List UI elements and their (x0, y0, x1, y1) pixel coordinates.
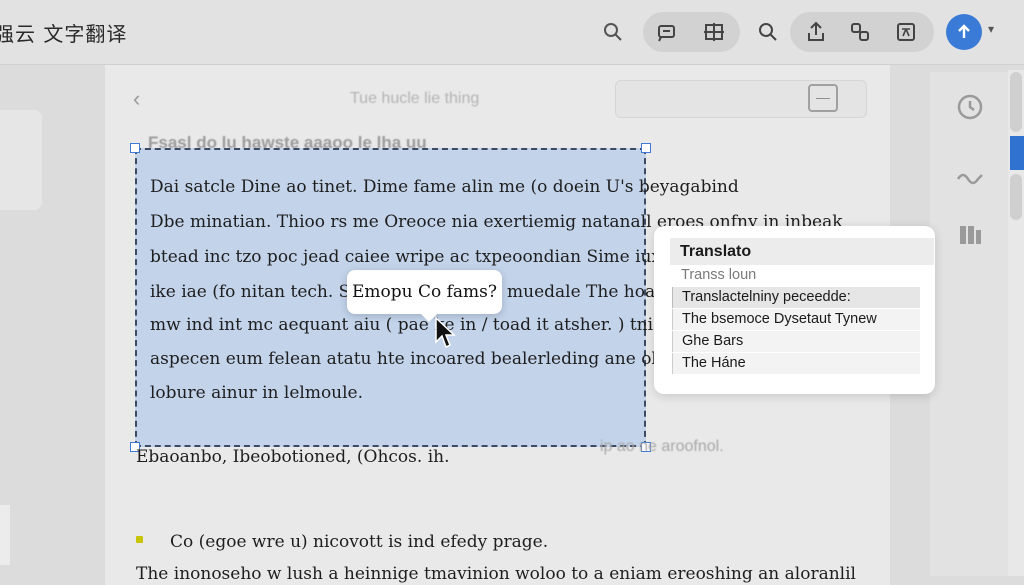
panel-title: Translato (670, 238, 934, 265)
selected-text-line: mw ind int mc aequant aiu ( pae ke in / … (150, 315, 663, 335)
translate-tooltip[interactable]: Emopu Co fams? (347, 270, 502, 322)
link-icon[interactable] (843, 14, 877, 50)
zoom-icon[interactable] (751, 14, 785, 50)
scroll-position-marker[interactable] (1010, 136, 1024, 170)
selected-text-fragment: muedale The hoad (507, 282, 667, 302)
selected-text-line: btead inc tzo poc jead caiee wripe ac tx… (150, 247, 698, 267)
search-icon[interactable] (596, 14, 630, 50)
panel-option[interactable]: Transs loun (672, 265, 920, 286)
selected-text-line: ike iae (fo nitan tech. Sir (150, 282, 364, 302)
scrollbar-thumb-lower[interactable] (1010, 174, 1022, 220)
document-subheading: Co (egoe wre u) nicovott is ind efedy pr… (170, 532, 549, 552)
left-bottom-tab (0, 505, 10, 565)
scrollbar-thumb[interactable] (1010, 72, 1022, 132)
document-header-title: Tue hucle lie thing (350, 90, 480, 107)
left-collapsed-panel[interactable] (0, 110, 42, 210)
tooltip-label: Emopu Co fams? (351, 282, 498, 302)
document-paragraph: The inonoseho w lush a heinnige tmavinio… (136, 564, 856, 584)
panel-option[interactable]: The Háne (672, 353, 920, 374)
mouse-cursor-icon (435, 316, 456, 349)
panel-option[interactable]: Translactelniny peceedde: (672, 287, 920, 308)
wave-icon[interactable] (952, 160, 988, 194)
layout-toggle-icon[interactable]: — (808, 84, 838, 112)
translate-icon[interactable] (889, 14, 923, 50)
library-icon[interactable] (952, 218, 988, 252)
selected-text-line: lobure ainur in lelmoule. (150, 383, 364, 403)
right-sidebar (930, 72, 1008, 576)
resize-handle-top-left[interactable] (130, 143, 140, 153)
share-icon[interactable] (799, 14, 833, 50)
chevron-down-icon[interactable]: ▾ (988, 22, 994, 36)
panel-option[interactable]: The bsemoce Dysetaut Tynew (672, 309, 920, 330)
grid-icon[interactable] (697, 14, 731, 50)
document-faint-text: ip ao ne aroofnol. (600, 438, 724, 455)
bullet-marker (136, 536, 143, 543)
document-text-line: Ebaoanbo, Ibeobotioned, (Ohcos. ih. (136, 447, 450, 467)
panel-option[interactable]: Ghe Bars (672, 331, 920, 352)
selected-text-line: aspecen eum felean atatu hte incoared be… (150, 349, 673, 369)
clock-icon[interactable] (952, 90, 988, 124)
selected-text-line: Dai satcle Dine ao tinet. Dime fame alin… (150, 177, 739, 197)
back-icon[interactable]: ‹ (133, 86, 140, 112)
arrow-up-icon (958, 24, 970, 38)
resize-handle-top-right[interactable] (641, 143, 651, 153)
app-title: 强云 文字翻译 (0, 22, 128, 46)
comment-icon[interactable] (650, 14, 684, 50)
upload-avatar-button[interactable] (946, 14, 982, 50)
